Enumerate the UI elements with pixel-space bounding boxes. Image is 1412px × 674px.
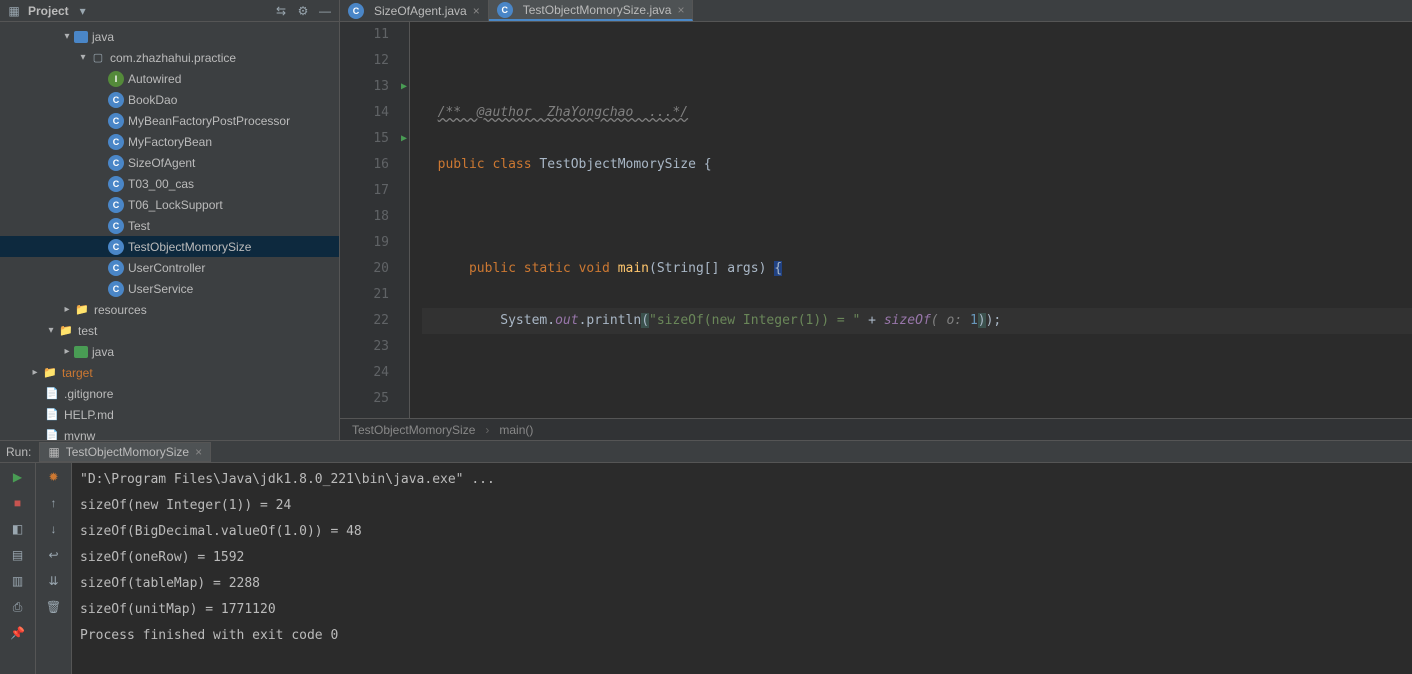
project-icon: ▦	[6, 3, 22, 19]
run-toolbar-primary: ▶ ■ ◧ ▤ ▥ ⎙ 📌	[0, 463, 36, 674]
console-line: sizeOf(unitMap) = 1771120	[80, 597, 1404, 623]
layout-icon[interactable]: ▤	[10, 547, 26, 563]
gear-icon[interactable]: ⚙	[295, 3, 311, 19]
console-output[interactable]: "D:\Program Files\Java\jdk1.8.0_221\bin\…	[72, 463, 1412, 674]
run-tab[interactable]: ▦ TestObjectMomorySize ×	[39, 442, 211, 462]
close-icon[interactable]: ×	[195, 445, 202, 459]
close-icon[interactable]: ×	[677, 3, 684, 17]
run-config-icon: ▦	[48, 445, 59, 459]
tree-node-bookdao[interactable]: CBookDao	[0, 89, 339, 110]
tree-node-usercontroller[interactable]: CUserController	[0, 257, 339, 278]
editor-area: C SizeOfAgent.java × C TestObjectMomoryS…	[340, 0, 1412, 440]
console-line: sizeOf(BigDecimal.valueOf(1.0)) = 48	[80, 519, 1404, 545]
code-content[interactable]: /** @author ZhaYongchao ...*/ public cla…	[410, 22, 1412, 418]
project-panel-header: ▦ Project ▾ ⇆ ⚙ —	[0, 0, 339, 22]
tree-node-resources[interactable]: ▸📁resources	[0, 299, 339, 320]
run-label: Run:	[6, 445, 31, 459]
debug-icon[interactable]: ✹	[46, 469, 62, 485]
down-icon[interactable]: ↓	[46, 521, 62, 537]
project-tree[interactable]: ▾java ▾▢com.zhazhahui.practice IAutowire…	[0, 22, 339, 440]
pin-icon[interactable]: 📌	[10, 625, 26, 641]
class-icon: C	[348, 3, 364, 19]
rerun-icon[interactable]: ▶	[10, 469, 26, 485]
run-header: Run: ▦ TestObjectMomorySize ×	[0, 441, 1412, 463]
tree-node-gitignore[interactable]: 📄.gitignore	[0, 383, 339, 404]
breadcrumb: TestObjectMomorySize › main()	[340, 418, 1412, 440]
tree-node-java[interactable]: ▾java	[0, 26, 339, 47]
tree-node-mybeanfactory[interactable]: CMyBeanFactoryPostProcessor	[0, 110, 339, 131]
chevron-right-icon: ›	[485, 423, 489, 437]
console-line: Process finished with exit code 0	[80, 623, 1404, 649]
run-tab-label: TestObjectMomorySize	[66, 445, 189, 459]
tree-node-autowired[interactable]: IAutowired	[0, 68, 339, 89]
wrap-icon[interactable]: ↩	[46, 547, 62, 563]
print-icon[interactable]: ⎙	[10, 599, 26, 615]
tree-node-t03[interactable]: CT03_00_cas	[0, 173, 339, 194]
console-line: sizeOf(oneRow) = 1592	[80, 545, 1404, 571]
tree-node-testfolder[interactable]: ▾📁test	[0, 320, 339, 341]
class-icon: C	[497, 2, 513, 18]
breadcrumb-item[interactable]: TestObjectMomorySize	[352, 423, 475, 437]
tree-node-target[interactable]: ▸📁target	[0, 362, 339, 383]
tree-node-t06[interactable]: CT06_LockSupport	[0, 194, 339, 215]
tree-node-myfactorybean[interactable]: CMyFactoryBean	[0, 131, 339, 152]
console-line: "D:\Program Files\Java\jdk1.8.0_221\bin\…	[80, 467, 1404, 493]
tab-label: SizeOfAgent.java	[374, 4, 467, 18]
tree-node-package[interactable]: ▾▢com.zhazhahui.practice	[0, 47, 339, 68]
tree-node-java2[interactable]: ▸java	[0, 341, 339, 362]
camera-icon[interactable]: ◧	[10, 521, 26, 537]
tree-node-sizeofagent[interactable]: CSizeOfAgent	[0, 152, 339, 173]
console-line: sizeOf(tableMap) = 2288	[80, 571, 1404, 597]
up-icon[interactable]: ↑	[46, 495, 62, 511]
editor-tabs: C SizeOfAgent.java × C TestObjectMomoryS…	[340, 0, 1412, 22]
run-gutter-icon[interactable]: ▶	[401, 126, 407, 152]
stop-icon[interactable]: ■	[10, 495, 26, 511]
gutter: 11 12 13▶ 14 15▶ 16 17 18 19 20 21 22 23…	[340, 22, 410, 418]
scroll-icon[interactable]: ⇊	[46, 573, 62, 589]
tab-sizeofagent[interactable]: C SizeOfAgent.java ×	[340, 0, 489, 21]
tab-label: TestObjectMomorySize.java	[523, 3, 672, 17]
panel-title: Project	[28, 4, 69, 18]
project-panel: ▦ Project ▾ ⇆ ⚙ — ▾java ▾▢com.zhazhahui.…	[0, 0, 340, 440]
dropdown-icon[interactable]: ▾	[75, 3, 91, 19]
tree-node-test[interactable]: CTest	[0, 215, 339, 236]
tree-node-userservice[interactable]: CUserService	[0, 278, 339, 299]
run-gutter-icon[interactable]: ▶	[401, 74, 407, 100]
tree-node-help[interactable]: 📄HELP.md	[0, 404, 339, 425]
tab-testobject[interactable]: C TestObjectMomorySize.java ×	[489, 0, 694, 21]
run-panel: Run: ▦ TestObjectMomorySize × ▶ ■ ◧ ▤ ▥ …	[0, 440, 1412, 674]
collapse-icon[interactable]: ⇆	[273, 3, 289, 19]
close-icon[interactable]: ×	[473, 4, 480, 18]
tree-node-mvnw[interactable]: 📄mvnw	[0, 425, 339, 440]
layout2-icon[interactable]: ▥	[10, 573, 26, 589]
run-toolbar-secondary: ✹ ↑ ↓ ↩ ⇊ 🗑	[36, 463, 72, 674]
breadcrumb-item[interactable]: main()	[499, 423, 533, 437]
hide-icon[interactable]: —	[317, 3, 333, 19]
trash-icon[interactable]: 🗑	[46, 599, 62, 615]
console-line: sizeOf(new Integer(1)) = 24	[80, 493, 1404, 519]
tree-node-testobject[interactable]: CTestObjectMomorySize	[0, 236, 339, 257]
code-editor[interactable]: 11 12 13▶ 14 15▶ 16 17 18 19 20 21 22 23…	[340, 22, 1412, 418]
